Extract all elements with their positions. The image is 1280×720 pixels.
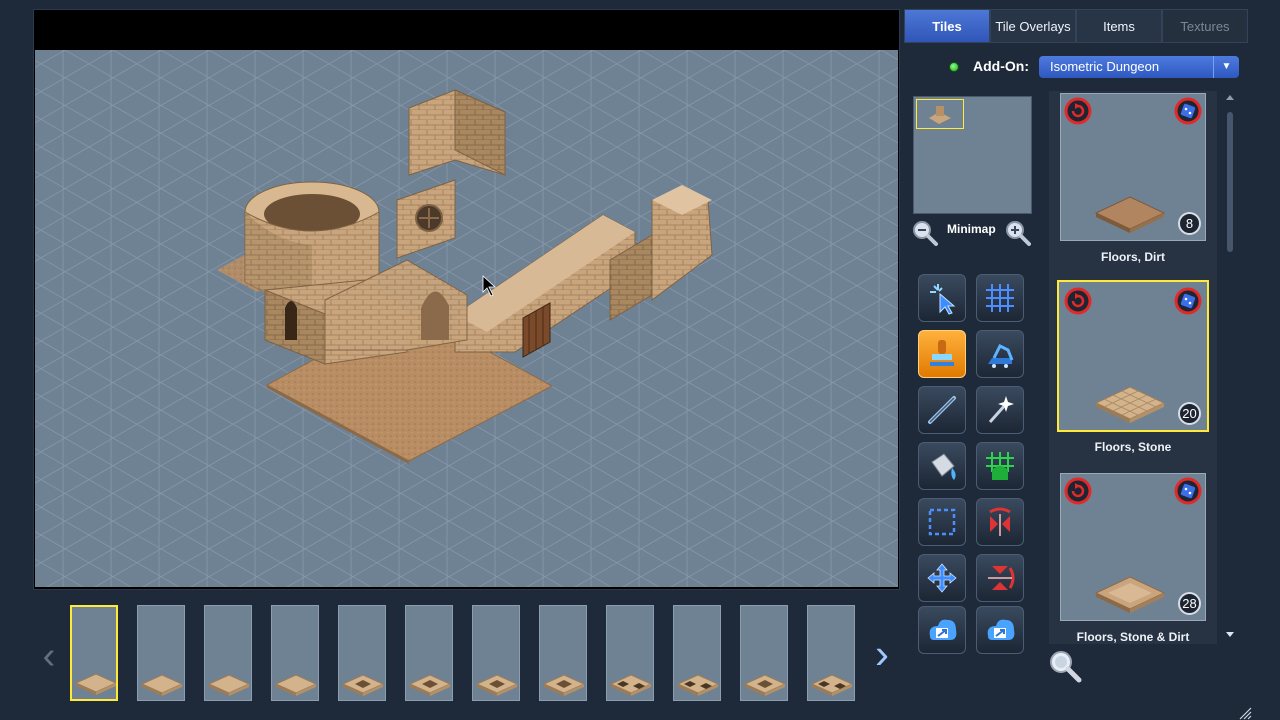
tile-label: Floors, Stone [1094, 440, 1172, 454]
tile-preview [1094, 386, 1166, 423]
dungeon-generator-icon[interactable] [976, 442, 1024, 490]
variant-count-badge: 8 [1178, 212, 1201, 235]
reset-icon[interactable] [1064, 287, 1092, 315]
chevron-down-icon: ▼ [1213, 56, 1239, 78]
filmstrip-thumb[interactable] [405, 605, 453, 701]
tile-variant-preview [408, 674, 452, 696]
minimap[interactable] [913, 96, 1032, 214]
tile-variant-preview [743, 674, 787, 696]
tile-variant-preview [810, 674, 854, 696]
minimap-label: Minimap [947, 222, 996, 236]
stamp-tool-icon[interactable] [918, 330, 966, 378]
filmstrip-thumb[interactable] [338, 605, 386, 701]
addon-selected-value: Isometric Dungeon [1050, 59, 1160, 74]
tile-variant-preview [475, 674, 519, 696]
tile-variant-preview [140, 674, 184, 696]
tile-card-floors-stone-and-dirt[interactable]: 28 Floors, Stone & Dirt [1060, 473, 1206, 644]
filmstrip-thumb[interactable] [204, 605, 252, 701]
dungeon-scene[interactable] [35, 50, 898, 587]
excavator-tool-icon[interactable] [976, 330, 1024, 378]
zoom-in-icon[interactable] [1003, 218, 1031, 246]
filmstrip-thumb[interactable] [539, 605, 587, 701]
filmstrip-thumb[interactable] [673, 605, 721, 701]
resize-grip-icon[interactable] [1238, 706, 1252, 720]
move-tool-icon[interactable] [918, 554, 966, 602]
map-canvas[interactable] [35, 50, 898, 587]
reset-icon[interactable] [1064, 97, 1092, 125]
magic-wand-icon[interactable] [976, 386, 1024, 434]
zoom-out-icon[interactable] [910, 218, 938, 246]
paint-bucket-icon[interactable] [918, 442, 966, 490]
filmstrip-thumb[interactable] [606, 605, 654, 701]
import-icon[interactable] [918, 606, 966, 654]
variant-count-badge: 20 [1178, 402, 1201, 425]
flip-horizontal-icon[interactable] [976, 498, 1024, 546]
minimap-viewport-rect[interactable] [916, 99, 964, 129]
random-dice-icon[interactable] [1174, 477, 1202, 505]
filmstrip-next-arrow[interactable]: › [868, 632, 896, 676]
tile-label: Floors, Stone & Dirt [1076, 630, 1190, 644]
select-tool-icon[interactable] [918, 274, 966, 322]
tile-label: Floors, Dirt [1100, 250, 1165, 264]
random-dice-icon[interactable] [1174, 97, 1202, 125]
tile-variant-preview [609, 674, 653, 696]
tile-variant-preview [74, 673, 116, 695]
addon-status-indicator [949, 62, 959, 72]
variant-count-badge: 28 [1178, 592, 1201, 615]
filmstrip-thumb[interactable] [271, 605, 319, 701]
asset-tabs: Tiles Tile Overlays Items Textures [904, 9, 1248, 43]
grid-toggle-icon[interactable] [976, 274, 1024, 322]
tab-tiles[interactable]: Tiles [904, 9, 990, 43]
addon-label: Add-On: [973, 58, 1029, 74]
filmstrip-thumb[interactable] [70, 605, 118, 701]
tile-variant-preview [207, 674, 251, 696]
filmstrip-thumb[interactable] [807, 605, 855, 701]
search-icon[interactable] [1047, 648, 1083, 684]
filmstrip-thumb[interactable] [137, 605, 185, 701]
filmstrip-thumb[interactable] [472, 605, 520, 701]
tile-variant-preview [676, 674, 720, 696]
tile-preview [1094, 576, 1166, 613]
tile-list: 8 Floors, Dirt 20 Floors, Stone 28 Floor… [1049, 91, 1217, 644]
filmstrip-thumb[interactable] [740, 605, 788, 701]
scrollbar-thumb[interactable] [1227, 112, 1233, 252]
reset-icon[interactable] [1064, 477, 1092, 505]
tab-tile-overlays[interactable]: Tile Overlays [990, 9, 1076, 43]
tile-variant-preview [274, 674, 318, 696]
tile-variant-preview [542, 674, 586, 696]
rectangle-select-icon[interactable] [918, 498, 966, 546]
minimap-scene-icon [929, 106, 951, 124]
tile-card-floors-dirt[interactable]: 8 Floors, Dirt [1060, 93, 1206, 264]
flip-vertical-icon[interactable] [976, 554, 1024, 602]
filmstrip-prev-arrow[interactable]: ‹ [36, 636, 62, 676]
tab-items[interactable]: Items [1076, 9, 1162, 43]
addon-dropdown[interactable]: Isometric Dungeon ▼ [1039, 56, 1239, 78]
tile-variant-preview [341, 674, 385, 696]
line-tool-icon[interactable] [918, 386, 966, 434]
random-dice-icon[interactable] [1174, 287, 1202, 315]
export-icon[interactable] [976, 606, 1024, 654]
tile-list-scrollbar[interactable] [1224, 92, 1236, 642]
tab-textures[interactable]: Textures [1162, 9, 1248, 43]
tile-card-floors-stone[interactable]: 20 Floors, Stone [1057, 280, 1209, 454]
tile-preview [1094, 196, 1166, 233]
